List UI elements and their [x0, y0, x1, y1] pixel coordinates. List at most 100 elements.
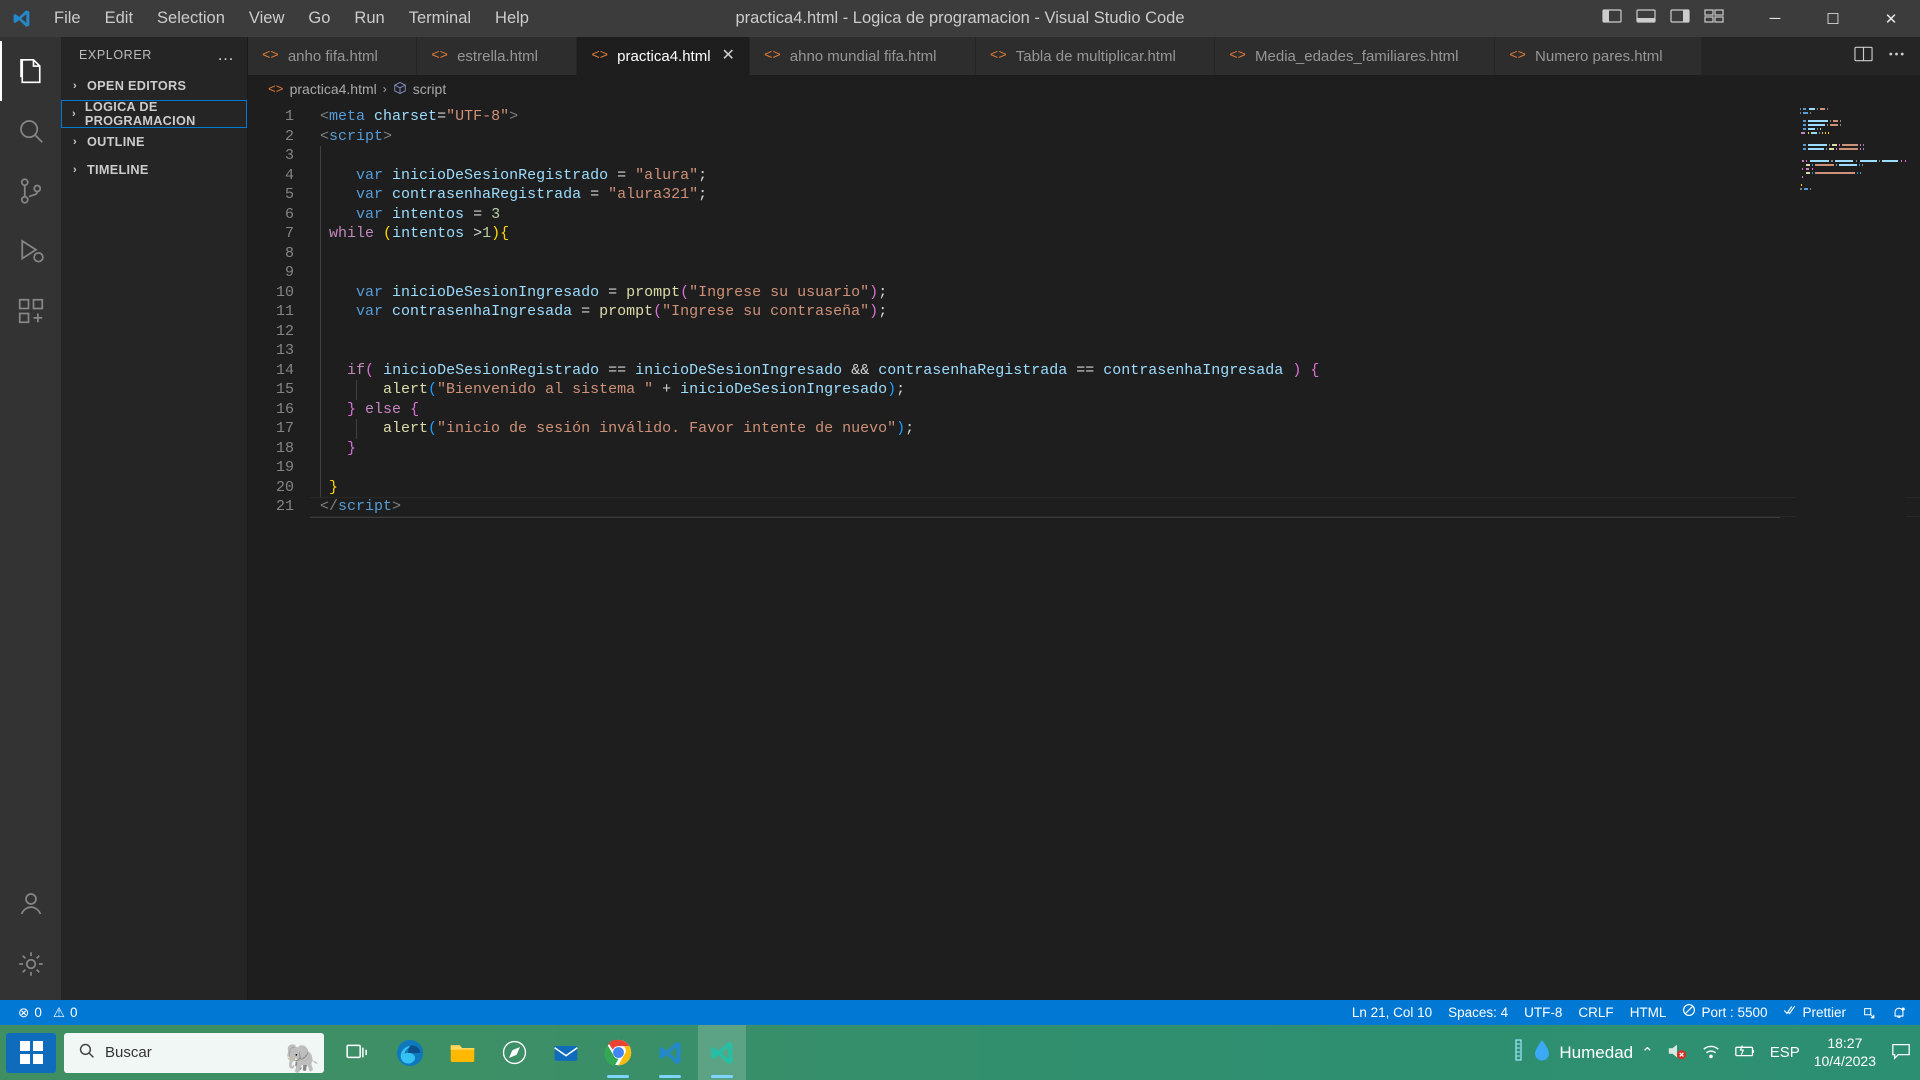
code-line[interactable] [310, 244, 1920, 264]
code-line[interactable] [310, 146, 1920, 166]
editor-tab[interactable]: <> practica4.html ✕ [577, 37, 750, 75]
task-view-icon[interactable] [334, 1025, 382, 1080]
problems-status[interactable]: ⊗ 0 ⚠ 0 [10, 1000, 85, 1025]
menu-edit[interactable]: Edit [93, 5, 145, 32]
clock-date: 10/4/2023 [1813, 1052, 1876, 1069]
code-line[interactable]: var contrasenhaRegistrada = "alura321"; [310, 185, 1920, 205]
code-line[interactable]: var contrasenhaIngresada = prompt("Ingre… [310, 302, 1920, 322]
status-live-server-port[interactable]: Port : 5500 [1674, 1000, 1775, 1025]
activity-explorer-icon[interactable] [0, 41, 61, 101]
code-line[interactable] [310, 341, 1920, 361]
tab-label: Media_edades_familiares.html [1255, 47, 1459, 65]
activity-settings-gear-icon[interactable] [0, 934, 61, 994]
code-line[interactable]: alert("Bienvenido al sistema " + inicioD… [310, 380, 1920, 400]
activity-source-control-icon[interactable] [0, 161, 61, 221]
close-window-button[interactable]: ✕ [1862, 0, 1920, 37]
status-notifications-bell-icon[interactable] [1884, 1000, 1914, 1025]
code-line[interactable]: var intentos = 3 [310, 205, 1920, 225]
breadcrumb-symbol[interactable]: script [413, 81, 446, 97]
status-eol[interactable]: CRLF [1570, 1000, 1621, 1025]
code-line[interactable]: } [310, 439, 1920, 459]
toggle-primary-sidebar-icon[interactable] [1602, 7, 1622, 30]
minimize-button[interactable]: ─ [1746, 0, 1804, 37]
status-encoding[interactable]: UTF-8 [1516, 1000, 1570, 1025]
minimap[interactable] [1796, 103, 1906, 1000]
editor-vertical-scrollbar[interactable] [1906, 103, 1920, 1000]
activity-run-debug-icon[interactable] [0, 221, 61, 281]
water-drop-icon [1533, 1038, 1551, 1067]
activity-accounts-icon[interactable] [0, 874, 61, 934]
sidebar-item-open-editors[interactable]: › OPEN EDITORS [61, 72, 247, 100]
menu-view[interactable]: View [237, 5, 296, 32]
status-cursor-position[interactable]: Ln 21, Col 10 [1344, 1000, 1440, 1025]
weather-humidity-widget[interactable]: Humedad [1513, 1038, 1633, 1067]
clock[interactable]: 18:27 10/4/2023 [1808, 1035, 1882, 1070]
code-line[interactable]: <script> [310, 127, 1920, 147]
start-button[interactable] [6, 1032, 56, 1073]
code-line[interactable]: if( inicioDeSesionRegistrado == inicioDe… [310, 361, 1920, 381]
code-line[interactable]: } [310, 478, 1920, 498]
split-editor-right-icon[interactable] [1854, 45, 1873, 68]
editor-tab[interactable]: <>Tabla de multiplicar.html✕ [975, 37, 1216, 75]
taskbar-search-input[interactable]: Buscar 🐘 [64, 1032, 324, 1073]
explorer-more-actions-icon[interactable]: … [217, 46, 235, 63]
menu-terminal[interactable]: Terminal [397, 5, 483, 32]
menu-file[interactable]: File [42, 5, 93, 32]
editor-tab[interactable]: <>ahno mundial fifa.html✕ [749, 37, 976, 75]
sidebar-item-logica-de-programacion[interactable]: › LOGICA DE PROGRAMACION [61, 100, 247, 128]
status-language-mode[interactable]: HTML [1622, 1000, 1675, 1025]
volume-muted-icon[interactable] [1666, 1041, 1688, 1065]
maximize-button[interactable]: ☐ [1804, 0, 1862, 37]
language-indicator[interactable]: ESP [1770, 1044, 1800, 1061]
show-hidden-icons-chevron-icon[interactable]: ⌃ [1641, 1044, 1654, 1062]
editor-more-actions-icon[interactable] [1887, 45, 1906, 68]
editor-tab[interactable]: <>anho fifa.html✕ [248, 37, 418, 75]
menu-selection[interactable]: Selection [145, 5, 237, 32]
activity-extensions-icon[interactable] [0, 281, 61, 341]
breadcrumb[interactable]: <> practica4.html › script [248, 75, 1920, 103]
tab-close-icon[interactable]: ✕ [722, 48, 735, 64]
breadcrumb-file[interactable]: practica4.html [290, 81, 377, 97]
sidebar-item-timeline[interactable]: › TIMELINE [61, 156, 247, 184]
editor-tab[interactable]: <>Numero pares.html✕ [1495, 37, 1702, 75]
menu-help[interactable]: Help [483, 5, 541, 32]
notification-center-icon[interactable] [1890, 1041, 1912, 1065]
status-indentation[interactable]: Spaces: 4 [1440, 1000, 1516, 1025]
code-line[interactable]: var inicioDeSesionIngresado = prompt("In… [310, 283, 1920, 303]
toggle-secondary-sidebar-icon[interactable] [1670, 7, 1690, 30]
sidebar-item-outline[interactable]: › OUTLINE [61, 128, 247, 156]
wifi-icon[interactable] [1700, 1041, 1722, 1065]
line-number: 11 [275, 303, 294, 320]
activity-search-icon[interactable] [0, 101, 61, 161]
code-line[interactable] [310, 322, 1920, 342]
compass-icon[interactable] [490, 1025, 538, 1080]
chrome-icon[interactable] [594, 1025, 642, 1080]
code-line[interactable]: </script> [310, 497, 1920, 517]
battery-charging-icon[interactable] [1734, 1041, 1758, 1065]
vscode-icon[interactable] [646, 1025, 694, 1080]
code-line[interactable]: } else { [310, 400, 1920, 420]
code-line[interactable]: alert("inicio de sesión inválido. Favor … [310, 419, 1920, 439]
vscode-insiders-icon[interactable] [698, 1025, 746, 1080]
code-line[interactable] [310, 458, 1920, 478]
code-line[interactable]: <meta charset="UTF-8"> [310, 107, 1920, 127]
code-editor[interactable]: 1 2 3 4 5 6 7 8 9 10 11 12 13 14 15 16 17 18 19 20 21 <meta … [248, 103, 1920, 1000]
status-remote-window-icon[interactable] [1854, 1000, 1884, 1025]
code-content[interactable]: <meta charset="UTF-8"> <script> var inici… [310, 103, 1920, 1000]
file-explorer-icon[interactable] [438, 1025, 486, 1080]
status-prettier[interactable]: Prettier [1775, 1000, 1854, 1025]
editor-tab[interactable]: <>Media_edades_familiares.html✕ [1215, 37, 1496, 75]
code-line[interactable] [310, 263, 1920, 283]
toggle-panel-icon[interactable] [1636, 7, 1656, 30]
menu-bar[interactable]: File Edit Selection View Go Run Terminal… [42, 5, 541, 32]
microsoft-edge-icon[interactable] [386, 1025, 434, 1080]
editor-tab[interactable]: <>estrella.html✕ [417, 37, 578, 75]
code-line[interactable]: while (intentos >1){ [310, 224, 1920, 244]
customize-layout-icon[interactable] [1704, 7, 1724, 30]
menu-go[interactable]: Go [296, 5, 342, 32]
menu-run[interactable]: Run [342, 5, 396, 32]
code-line[interactable]: var inicioDeSesionRegistrado = "alura"; [310, 166, 1920, 186]
mail-icon[interactable] [542, 1025, 590, 1080]
sidebar-item-label: OPEN EDITORS [87, 79, 187, 93]
